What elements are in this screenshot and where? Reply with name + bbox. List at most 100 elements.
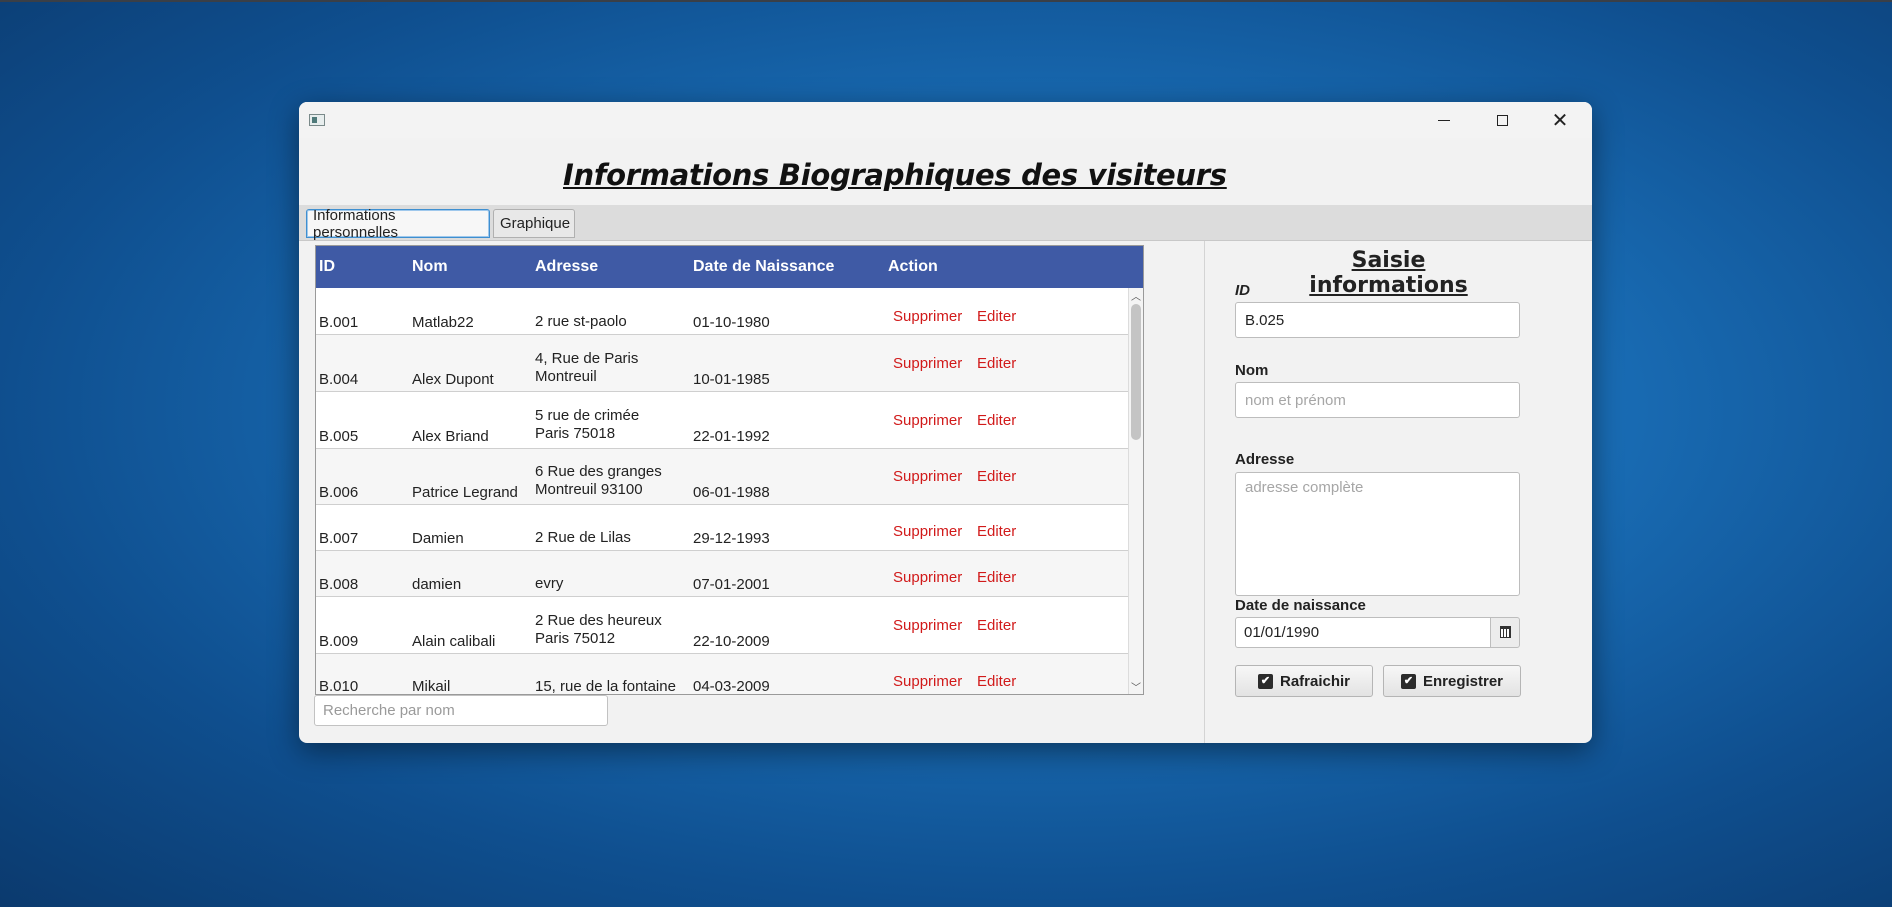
minimize-button[interactable]: [1415, 102, 1473, 138]
checkbox-checked-icon: ✔: [1400, 673, 1416, 689]
edit-button[interactable]: Editer: [977, 355, 1016, 372]
table-row[interactable]: B.004 Alex Dupont 4, Rue de Paris Montre…: [316, 335, 1128, 392]
scroll-down-icon[interactable]: ﹀: [1131, 679, 1141, 694]
id-label: ID: [1235, 282, 1250, 299]
table-row[interactable]: B.007 Damien 2 Rue de Lilas 29-12-1993 S…: [316, 505, 1128, 551]
date-field[interactable]: [1235, 617, 1491, 648]
cell-adresse: 15, rue de la fontaine: [535, 678, 676, 694]
column-header-action[interactable]: Action: [888, 258, 938, 276]
cell-date: 07-01-2001: [693, 576, 770, 593]
cell-id: B.005: [319, 428, 359, 445]
table-row[interactable]: B.005 Alex Briand 5 rue de crimée Paris …: [316, 392, 1128, 449]
app-window: ✕ Informations Biographiques des visiteu…: [299, 102, 1592, 743]
calendar-icon: [1499, 625, 1511, 638]
save-button[interactable]: ✔ Enregistrer: [1383, 665, 1521, 697]
checkbox-checked-icon: ✔: [1257, 673, 1273, 689]
edit-button[interactable]: Editer: [977, 412, 1016, 429]
table-scrollbar[interactable]: ︿ ﹀: [1128, 288, 1143, 694]
table-body: B.001 Matlab22 2 rue st-paolo 01-10-1980…: [316, 288, 1128, 694]
adresse-label: Adresse: [1235, 451, 1295, 468]
delete-button[interactable]: Supprimer: [893, 569, 962, 586]
scrollbar-thumb[interactable]: [1131, 304, 1141, 440]
desktop-top-edge: [0, 0, 1892, 2]
edit-button[interactable]: Editer: [977, 308, 1016, 325]
cell-adresse: 2 Rue des heureux Paris 75012: [535, 612, 662, 647]
table-row[interactable]: B.001 Matlab22 2 rue st-paolo 01-10-1980…: [316, 288, 1128, 335]
table-row[interactable]: B.009 Alain calibali 2 Rue des heureux P…: [316, 597, 1128, 654]
scroll-up-icon[interactable]: ︿: [1131, 288, 1141, 303]
date-picker-button[interactable]: [1490, 617, 1520, 648]
delete-button[interactable]: Supprimer: [893, 355, 962, 372]
cell-nom: Alex Dupont: [412, 371, 494, 388]
cell-id: B.004: [319, 371, 359, 388]
column-header-nom[interactable]: Nom: [412, 258, 448, 276]
adresse-field[interactable]: [1235, 472, 1520, 596]
cell-nom: Patrice Legrand: [412, 484, 518, 501]
cell-adresse: 2 Rue de Lilas: [535, 529, 631, 546]
cell-adresse: 2 rue st-paolo: [535, 313, 627, 330]
visitors-table: ID Nom Adresse Date de Naissance Action …: [315, 245, 1144, 695]
tab-graphique[interactable]: Graphique: [493, 209, 575, 238]
minimize-icon: [1438, 119, 1450, 121]
refresh-button[interactable]: ✔ Rafraichir: [1235, 665, 1373, 697]
save-label: Enregistrer: [1422, 672, 1504, 690]
edit-button[interactable]: Editer: [977, 569, 1016, 586]
cell-date: 29-12-1993: [693, 530, 770, 547]
app-icon: [309, 114, 325, 126]
close-icon: ✕: [1551, 109, 1569, 132]
table-row[interactable]: B.010 Mikail 15, rue de la fontaine 04-0…: [316, 654, 1128, 694]
cell-nom: Mikail: [412, 678, 451, 694]
close-button[interactable]: ✕: [1531, 102, 1589, 138]
cell-date: 01-10-1980: [693, 314, 770, 331]
form-title: Saisie informations: [1309, 248, 1468, 298]
cell-nom: Alex Briand: [412, 428, 489, 445]
id-field[interactable]: [1235, 302, 1520, 338]
refresh-label: Rafraichir: [1279, 672, 1351, 690]
cell-nom: damien: [412, 576, 462, 593]
cell-adresse: 4, Rue de Paris Montreuil: [535, 350, 639, 385]
cell-nom: Alain calibali: [412, 633, 496, 650]
cell-nom: Damien: [412, 530, 464, 547]
cell-date: 22-10-2009: [693, 633, 770, 650]
search-input[interactable]: [314, 695, 608, 726]
maximize-button[interactable]: [1473, 102, 1531, 138]
edit-button[interactable]: Editer: [977, 673, 1016, 690]
delete-button[interactable]: Supprimer: [893, 308, 962, 325]
cell-date: 22-01-1992: [693, 428, 770, 445]
cell-id: B.009: [319, 633, 359, 650]
tab-informations-personnelles[interactable]: Informations personnelles: [306, 207, 490, 241]
title-bar: ✕: [299, 102, 1592, 138]
delete-button[interactable]: Supprimer: [893, 412, 962, 429]
date-label: Date de naissance: [1235, 597, 1366, 614]
cell-id: B.007: [319, 530, 359, 547]
cell-adresse: 5 rue de crimée Paris 75018: [535, 407, 640, 442]
delete-button[interactable]: Supprimer: [893, 468, 962, 485]
cell-id: B.010: [319, 678, 359, 694]
cell-date: 04-03-2009: [693, 678, 770, 694]
edit-button[interactable]: Editer: [977, 468, 1016, 485]
nom-field[interactable]: [1235, 382, 1520, 418]
cell-date: 10-01-1985: [693, 371, 770, 388]
cell-id: B.008: [319, 576, 359, 593]
column-header-date[interactable]: Date de Naissance: [693, 258, 834, 276]
table-header: ID Nom Adresse Date de Naissance Action: [316, 246, 1143, 288]
cell-id: B.006: [319, 484, 359, 501]
panel-divider: [1204, 241, 1205, 743]
cell-id: B.001: [319, 314, 359, 331]
cell-adresse: evry: [535, 575, 564, 592]
delete-button[interactable]: Supprimer: [893, 673, 962, 690]
page-title: Informations Biographiques des visiteurs: [563, 158, 1227, 192]
edit-button[interactable]: Editer: [977, 523, 1016, 540]
column-header-adresse[interactable]: Adresse: [535, 258, 598, 276]
delete-button[interactable]: Supprimer: [893, 523, 962, 540]
cell-adresse: 6 Rue des granges Montreuil 93100: [535, 463, 662, 498]
table-row[interactable]: B.008 damien evry 07-01-2001 Supprimer E…: [316, 551, 1128, 597]
maximize-icon: [1496, 114, 1508, 126]
nom-label: Nom: [1235, 362, 1269, 379]
table-row[interactable]: B.006 Patrice Legrand 6 Rue des granges …: [316, 449, 1128, 505]
delete-button[interactable]: Supprimer: [893, 617, 962, 634]
cell-nom: Matlab22: [412, 314, 474, 331]
edit-button[interactable]: Editer: [977, 617, 1016, 634]
column-header-id[interactable]: ID: [319, 258, 335, 276]
cell-date: 06-01-1988: [693, 484, 770, 501]
